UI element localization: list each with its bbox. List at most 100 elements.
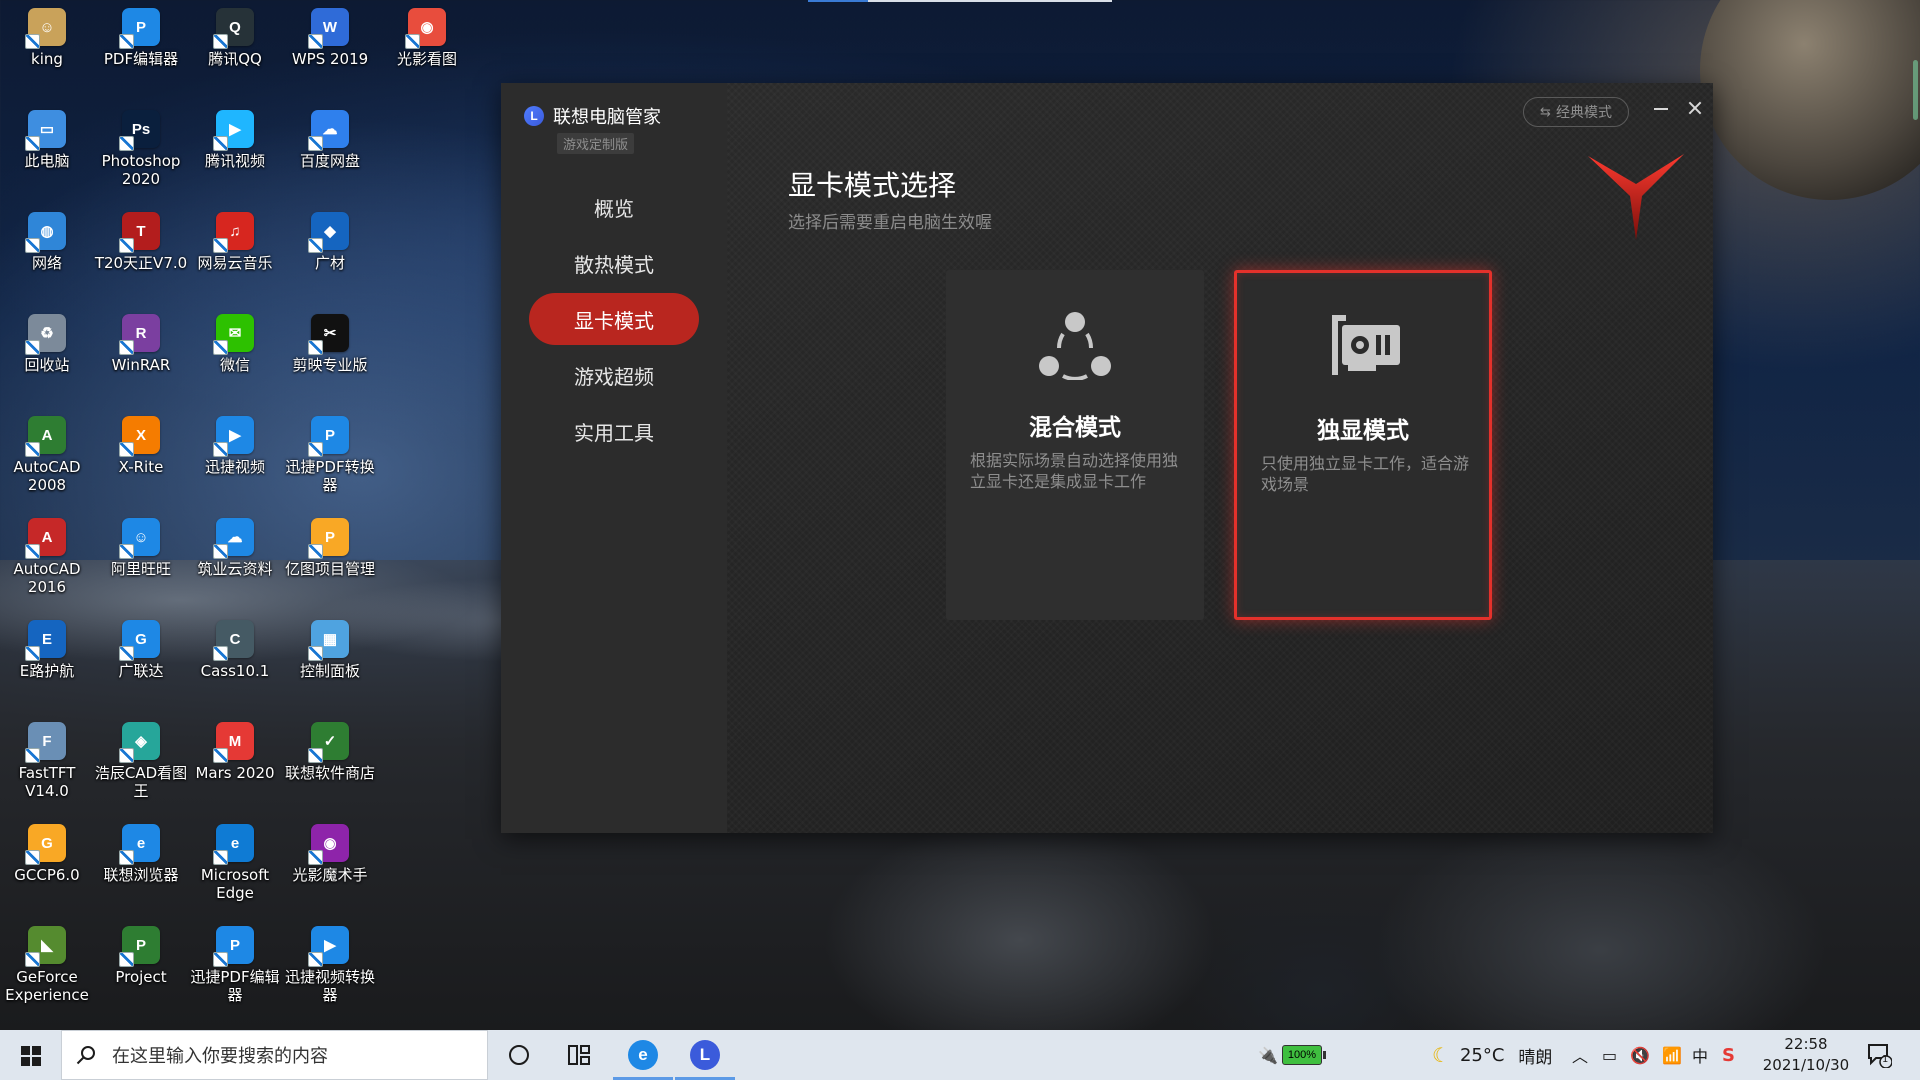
desktop-icon[interactable]: ◈ 浩辰CAD看图王 <box>94 714 188 814</box>
mode-description: 只使用独立显卡工作，适合游戏场景 <box>1261 454 1470 494</box>
desktop-icon[interactable]: P PDF编辑器 <box>94 0 188 100</box>
close-button[interactable] <box>1683 96 1707 120</box>
desktop-icon[interactable]: ◆ 广材 <box>283 204 377 304</box>
desktop-icon[interactable]: ▶ 迅捷视频转换器 <box>283 918 377 1018</box>
desktop-icon[interactable]: ▶ 迅捷视频 <box>188 408 282 508</box>
app-icon: P <box>213 926 254 967</box>
taskbar-clock[interactable]: 22:58 2021/10/30 <box>1754 1034 1858 1076</box>
ime-label: 中 <box>1692 1047 1709 1066</box>
nav-item-game-overclock[interactable]: 游戏超频 <box>529 349 699 401</box>
desktop-icon[interactable]: ☁ 百度网盘 <box>283 102 377 202</box>
desktop-icon-label: AutoCAD 2016 <box>13 560 81 596</box>
desktop-icon[interactable]: ◍ 网络 <box>0 204 94 304</box>
nav-item-overview[interactable]: 概览 <box>529 181 699 233</box>
nav-item-graphics-mode[interactable]: 显卡模式 <box>529 293 699 345</box>
legion-logo-icon <box>1588 154 1684 240</box>
classic-mode-button[interactable]: ⇆ 经典模式 <box>1523 97 1629 127</box>
network-button[interactable]: 📶 <box>1662 1030 1682 1080</box>
sogou-input-button[interactable]: S <box>1722 1030 1735 1080</box>
volume-button[interactable]: 🔇 <box>1630 1030 1650 1080</box>
search-icon <box>76 1046 95 1065</box>
mode-description: 根据实际场景自动选择使用独立显卡还是集成显卡工作 <box>970 451 1179 491</box>
desktop-icon[interactable]: ▭ 此电脑 <box>0 102 94 202</box>
desktop-icon[interactable]: M Mars 2020 <box>188 714 282 814</box>
ime-indicator[interactable]: 中 <box>1692 1030 1708 1080</box>
lenovo-browser-icon: e <box>628 1040 658 1070</box>
desktop-icon[interactable]: ☺ king <box>0 0 94 100</box>
taskbar-app-lenovo-browser[interactable]: e <box>613 1030 673 1080</box>
desktop-icon[interactable]: ▦ 控制面板 <box>283 612 377 712</box>
desktop-icon[interactable]: ▶ 腾讯视频 <box>188 102 282 202</box>
desktop-icon-label: 微信 <box>219 356 250 374</box>
desktop-icon[interactable]: ✂ 剪映专业版 <box>283 306 377 406</box>
share-nodes-icon <box>1039 312 1111 380</box>
app-sidebar: L 联想电脑管家 游戏定制版 概览 散热模式 显卡模式 游戏超频 实用工具 <box>501 83 727 833</box>
desktop-icon-label: FastTFT V14.0 <box>18 764 76 800</box>
desktop-icon[interactable]: A AutoCAD 2016 <box>0 510 94 610</box>
desktop-icon[interactable]: G GCCP6.0 <box>0 816 94 916</box>
desktop-icon[interactable]: ♫ 网易云音乐 <box>188 204 282 304</box>
desktop-icon-label: 联想软件商店 <box>284 764 375 782</box>
desktop-icon[interactable]: ◣ GeForce Experience <box>0 918 94 1018</box>
desktop-icon[interactable]: P 迅捷PDF编辑器 <box>188 918 282 1018</box>
desktop-icon[interactable]: ◉ 光影魔术手 <box>283 816 377 916</box>
taskbar-app-lenovo-pc-manager[interactable]: L <box>675 1030 735 1080</box>
desktop-edge-indicator <box>1913 60 1918 120</box>
desktop-icon-label: 广联达 <box>118 662 164 680</box>
sogou-icon: S <box>1722 1044 1735 1066</box>
desktop-icon[interactable]: T T20天正V7.0 <box>94 204 188 304</box>
desktop-icon[interactable]: P Project <box>94 918 188 1018</box>
desktop-icon[interactable]: ☺ 阿里旺旺 <box>94 510 188 610</box>
mode-card-hybrid[interactable]: 混合模式 根据实际场景自动选择使用独立显卡还是集成显卡工作 <box>946 270 1204 620</box>
desktop-icon[interactable]: ☁ 筑业云资料 <box>188 510 282 610</box>
page-title: 显卡模式选择 <box>788 169 957 202</box>
desktop-icon[interactable]: R WinRAR <box>94 306 188 406</box>
desktop-icon[interactable]: ✓ 联想软件商店 <box>283 714 377 814</box>
start-button[interactable] <box>0 1030 60 1080</box>
app-icon: Q <box>213 8 254 49</box>
desktop-icon[interactable]: ✉ 微信 <box>188 306 282 406</box>
desktop-icon-label: E路护航 <box>19 662 75 680</box>
battery-indicator[interactable]: 🔌 100% <box>1258 1030 1326 1080</box>
mode-title: 独显模式 <box>1317 418 1409 444</box>
desktop-icon[interactable]: e 联想浏览器 <box>94 816 188 916</box>
desktop-icon-label: Photoshop 2020 <box>101 152 181 188</box>
show-hidden-icons-button[interactable]: ︿ <box>1572 1030 1588 1080</box>
desktop-icon[interactable]: P 亿图项目管理 <box>283 510 377 610</box>
tray-battery-button[interactable]: ▭ <box>1602 1030 1617 1080</box>
desktop-icon[interactable]: ♻ 回收站 <box>0 306 94 406</box>
desktop-icon[interactable]: G 广联达 <box>94 612 188 712</box>
nav-item-label: 游戏超频 <box>574 364 654 389</box>
cortana-button[interactable] <box>489 1030 549 1080</box>
desktop-icon[interactable]: P 迅捷PDF转换器 <box>283 408 377 508</box>
lenovo-pc-manager-icon: L <box>690 1040 720 1070</box>
desktop-icon[interactable]: ◉ 光影看图 <box>380 0 474 100</box>
desktop-icon[interactable]: Q 腾讯QQ <box>188 0 282 100</box>
desktop-icon[interactable]: W WPS 2019 <box>283 0 377 100</box>
weather-widget[interactable]: ☾ 25°C 晴朗 <box>1432 1030 1552 1080</box>
desktop-icon[interactable]: E E路护航 <box>0 612 94 712</box>
nav-item-utilities[interactable]: 实用工具 <box>529 405 699 457</box>
battery-small-icon: ▭ <box>1602 1045 1618 1065</box>
lenovo-logo-icon: L <box>524 106 544 126</box>
desktop-icon-label: 光影看图 <box>396 50 457 68</box>
nav-item-cooling-mode[interactable]: 散热模式 <box>529 237 699 289</box>
desktop-icon-label: 亿图项目管理 <box>284 560 375 578</box>
notification-center-button[interactable]: 1 <box>1866 1042 1893 1069</box>
app-icon: M <box>213 722 254 763</box>
desktop-icon-label: WinRAR <box>111 356 171 374</box>
clock-date: 2021/10/30 <box>1762 1056 1850 1074</box>
desktop-icon[interactable]: e Microsoft Edge <box>188 816 282 916</box>
desktop-icon[interactable]: Ps Photoshop 2020 <box>94 102 188 202</box>
desktop-icon-label: WPS 2019 <box>291 50 369 68</box>
desktop-icon-label: 腾讯视频 <box>204 152 265 170</box>
task-view-icon <box>568 1045 590 1065</box>
desktop-icon[interactable]: X X-Rite <box>94 408 188 508</box>
desktop-icon[interactable]: C Cass10.1 <box>188 612 282 712</box>
desktop-icon[interactable]: F FastTFT V14.0 <box>0 714 94 814</box>
minimize-button[interactable] <box>1649 97 1673 121</box>
taskbar-search-box[interactable]: 在这里输入你要搜索的内容 <box>61 1030 488 1080</box>
mode-card-discrete[interactable]: 独显模式 只使用独立显卡工作，适合游戏场景 <box>1234 270 1492 620</box>
task-view-button[interactable] <box>549 1030 609 1080</box>
desktop-icon[interactable]: A AutoCAD 2008 <box>0 408 94 508</box>
